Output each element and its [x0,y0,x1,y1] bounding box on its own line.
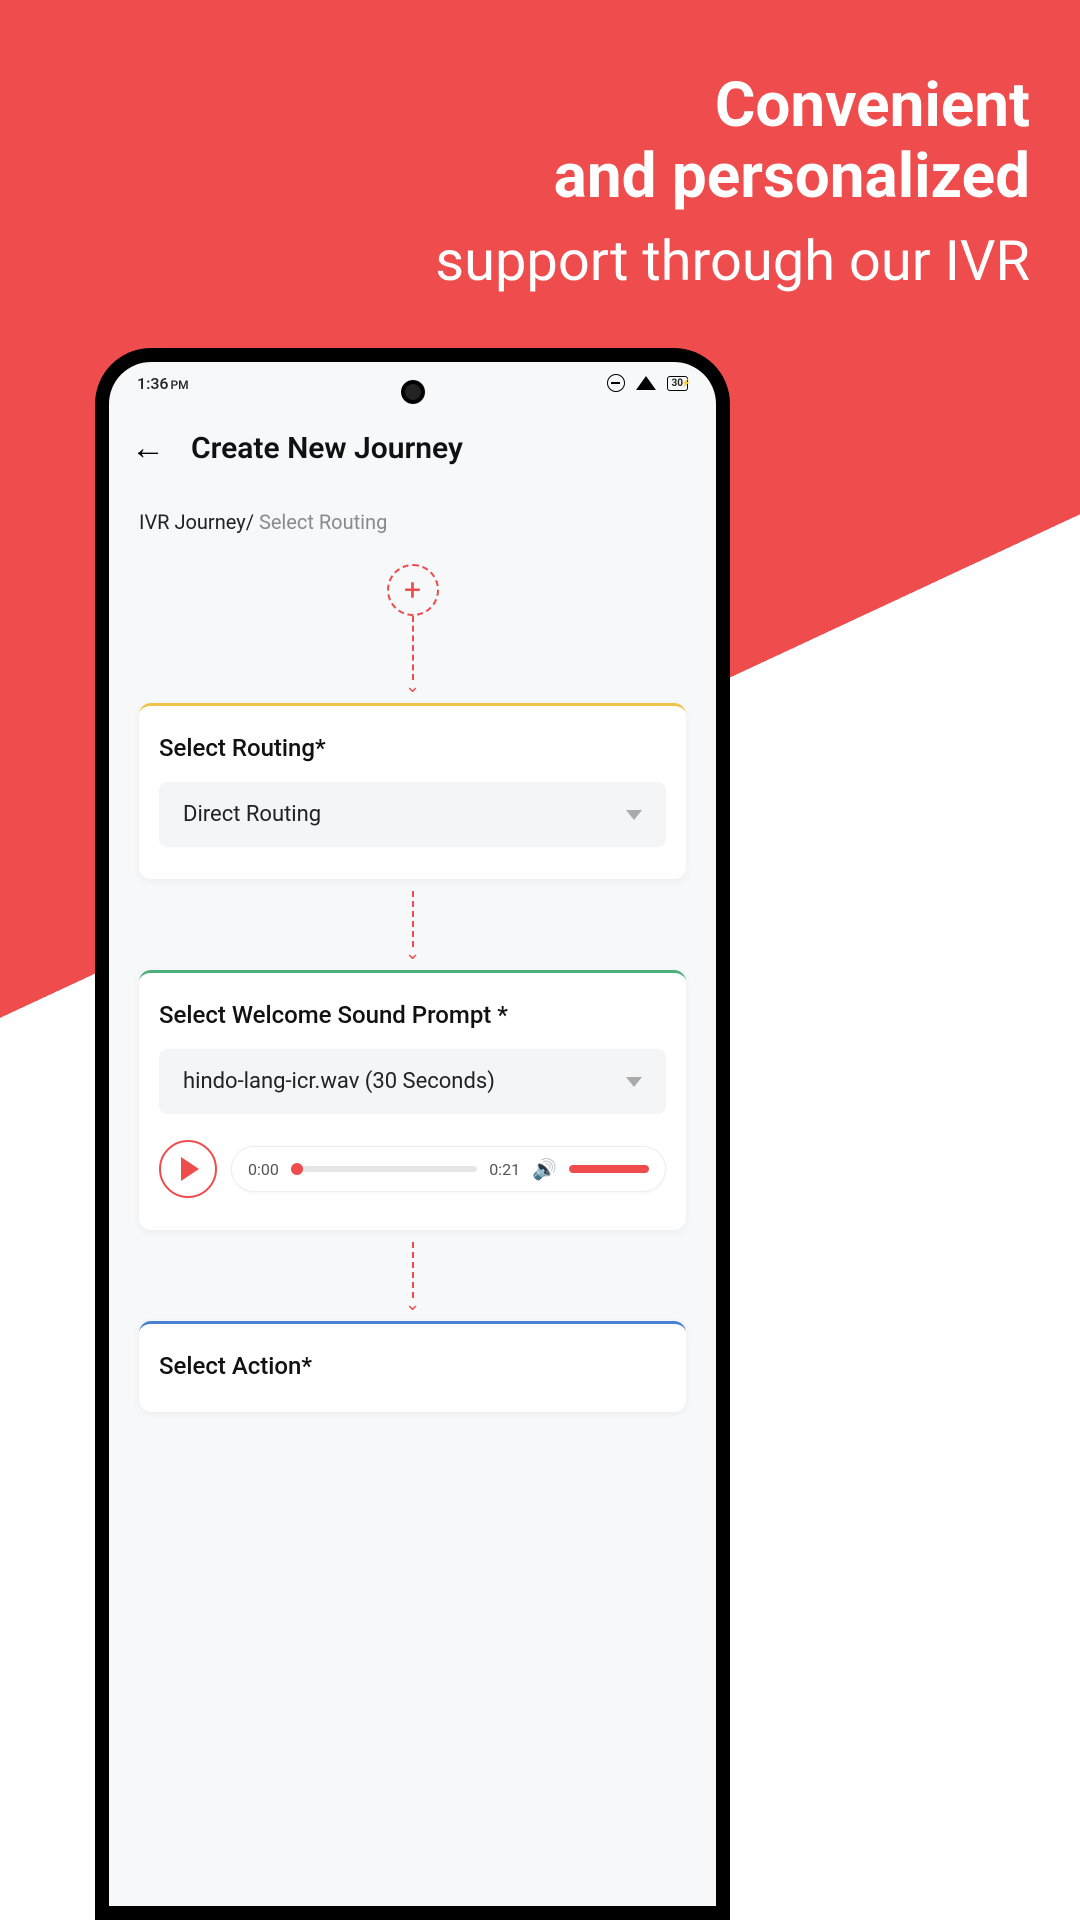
breadcrumb-current: Select Routing [259,510,387,534]
audio-seek-slider[interactable] [291,1166,477,1172]
flow-connector [412,891,414,947]
breadcrumb-root[interactable]: IVR Journey [139,510,246,534]
status-indicators: 30 ⚡ [607,372,688,394]
camera-notch [401,380,425,404]
play-icon [181,1157,199,1181]
flow-connector [412,1242,414,1298]
headline-line-1: Convenient [435,70,1030,141]
action-card: Select Action* [139,1321,686,1412]
headline-line-2: and personalized [435,141,1030,212]
plus-icon: + [404,573,421,608]
dnd-icon [607,374,625,392]
routing-dropdown[interactable]: Direct Routing [159,782,666,847]
journey-flow: + ⌄ Select Routing* Direct Routing ⌄ Sel… [109,564,716,1412]
welcome-card: Select Welcome Sound Prompt * hindo-lang… [139,970,686,1230]
app-header: ← Create New Journey [109,400,716,480]
marketing-headline: Convenient and personalized support thro… [435,70,1030,297]
welcome-selected: hindo-lang-icr.wav (30 Seconds) [183,1069,495,1094]
routing-selected: Direct Routing [183,802,321,827]
caret-down-icon [626,810,642,820]
audio-current-time: 0:00 [248,1160,279,1179]
action-label: Select Action* [159,1352,666,1380]
add-step-button[interactable]: + [387,564,439,616]
welcome-label: Select Welcome Sound Prompt * [159,1001,666,1029]
phone-screen: 1:36PM 30 ⚡ ← Create New Journey IVR Jou… [109,362,716,1906]
caret-down-icon [626,1077,642,1087]
welcome-dropdown[interactable]: hindo-lang-icr.wav (30 Seconds) [159,1049,666,1114]
page-title: Create New Journey [191,431,463,466]
volume-icon[interactable]: 🔊 [532,1157,557,1181]
battery-icon: 30 ⚡ [667,376,688,391]
status-time-value: 1:36 [137,374,169,393]
breadcrumb-separator: / [246,510,254,534]
status-time: 1:36PM [137,374,189,393]
audio-thumb[interactable] [291,1163,303,1175]
flow-connector [412,616,414,680]
audio-duration: 0:21 [489,1160,520,1179]
routing-label: Select Routing* [159,734,666,762]
routing-card: Select Routing* Direct Routing [139,703,686,879]
wifi-icon [635,372,657,394]
headline-line-3: support through our IVR [435,225,1030,298]
status-time-suffix: PM [171,378,189,392]
volume-slider[interactable] [569,1165,649,1173]
audio-player: 0:00 0:21 🔊 [159,1140,666,1198]
phone-frame: 1:36PM 30 ⚡ ← Create New Journey IVR Jou… [95,348,730,1920]
play-button[interactable] [159,1140,217,1198]
back-arrow-icon[interactable]: ← [131,428,165,468]
breadcrumb: IVR Journey/ Select Routing [109,480,716,546]
audio-progress-container: 0:00 0:21 🔊 [231,1146,666,1192]
